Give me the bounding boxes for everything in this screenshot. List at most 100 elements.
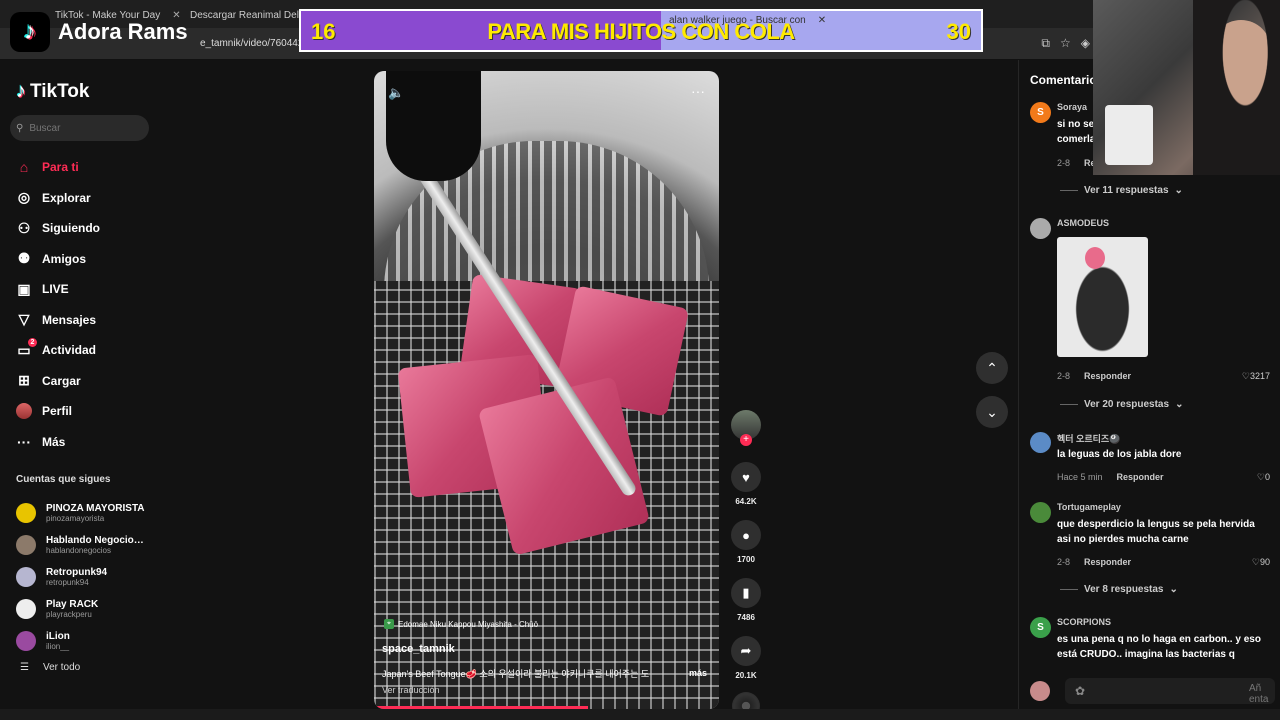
following-name: Play RACK [46, 599, 99, 610]
chevron-down-icon: ⌄ [1169, 584, 1178, 595]
nav-item-explorar[interactable]: ◎ Explorar [16, 183, 166, 214]
avatar [16, 567, 36, 587]
tiktok-logo[interactable]: ♪ TikTok [16, 80, 89, 103]
share-button[interactable]: ➦ [731, 636, 761, 666]
following-handle: hablandonegocios [46, 546, 111, 555]
browser-tab-bing[interactable]: alan walker juego - Buscar con ✕ [669, 11, 829, 29]
comment-like-button[interactable]: ♡90 [1252, 557, 1270, 568]
music-label: Edomae Niku Kappou Miyashita - Chūō [398, 619, 539, 629]
following-item[interactable]: Retropunk94 retropunk94 [16, 561, 166, 593]
video-player[interactable]: 🔈 ··· ⌖ Edomae Niku Kappou Miyashita - Ch… [374, 71, 719, 709]
reply-button[interactable]: Responder [1117, 472, 1164, 482]
more-icon: ··· [17, 433, 31, 450]
comment-icon: ● [742, 527, 750, 543]
comment-input[interactable]: ✿ [1065, 678, 1275, 704]
post-comment-button[interactable]: Añ enta [1249, 683, 1280, 705]
comment-like-button[interactable]: ♡0 [1257, 472, 1270, 483]
comment-user[interactable]: ASMODEUS [1057, 218, 1109, 228]
comment-date: 2-8 [1057, 158, 1071, 168]
nav-item-amigos[interactable]: ⚉ Amigos [16, 244, 166, 275]
view-replies-button[interactable]: Ver 20 respuestas ⌄ [1060, 399, 1183, 410]
divider [1060, 190, 1078, 191]
nav-item-cargar[interactable]: ⊞ Cargar [16, 366, 166, 397]
comment-avatar[interactable] [1030, 432, 1051, 453]
home-icon: ⌂ [19, 159, 29, 176]
comment-avatar[interactable] [1030, 502, 1051, 523]
see-all-button[interactable]: ☰ Ver todo [20, 662, 80, 673]
view-replies-button[interactable]: Ver 8 respuestas ⌄ [1060, 584, 1178, 595]
nav-item-siguiendo[interactable]: ⚇ Siguiendo [16, 213, 166, 244]
comment-user[interactable]: 헥터 오르티즈🎱 [1057, 432, 1120, 445]
bookmark-star-icon[interactable]: ☆ [1060, 36, 1071, 51]
video-author[interactable]: space_tamnik [382, 643, 455, 655]
video-music[interactable]: ⌖ Edomae Niku Kappou Miyashita - Chūō [384, 619, 538, 629]
creator-avatar[interactable]: + [731, 410, 761, 446]
like-button[interactable]: ♥ [731, 462, 761, 492]
search-box[interactable]: ⚲ [10, 115, 149, 141]
nav-label: Cargar [42, 373, 81, 388]
comment-user[interactable]: Soraya [1057, 102, 1087, 112]
volume-icon[interactable]: 🔈 [388, 85, 404, 101]
nav-label: Siguiendo [42, 221, 100, 236]
comment-like-button[interactable]: ♡3217 [1242, 371, 1270, 382]
following-item[interactable]: Hablando Negocios... hablandonegocios [16, 529, 166, 561]
comment-avatar[interactable] [1030, 218, 1051, 239]
nav-label: Explorar [42, 190, 91, 205]
next-video-button[interactable]: ⌄ [976, 396, 1008, 428]
nav-item-para-ti[interactable]: ⌂ Para ti [16, 152, 166, 183]
nav-item-mensajes[interactable]: ▽ Mensajes [16, 305, 166, 336]
divider [1060, 404, 1078, 405]
address-bar[interactable]: e_tamnik/video/760442 [200, 38, 303, 49]
comment-item: S SCORPIONS es una pena q no lo haga en … [1030, 617, 1270, 667]
following-handle: playrackperu [46, 610, 92, 619]
reply-button[interactable]: Responder [1084, 557, 1131, 567]
bookmark-icon: ▮ [742, 585, 750, 600]
search-input[interactable] [29, 122, 130, 134]
view-replies-button[interactable]: Ver 11 respuestas ⌄ [1060, 185, 1183, 196]
following-icon: ⚇ [17, 219, 31, 236]
nav-item-live[interactable]: ▣ LIVE [16, 274, 166, 305]
comment-date: 2-8 [1057, 371, 1071, 381]
emoji-icon[interactable]: ✿ [1075, 684, 1085, 698]
nav-item-mas[interactable]: ··· Más [16, 427, 166, 458]
reply-button[interactable]: Responder [1084, 371, 1131, 381]
following-item[interactable]: iLion ilion__ [16, 625, 166, 657]
goal-label: PARA MIS HIJITOS CON COLA [487, 19, 795, 44]
save-button[interactable]: ▮ [731, 578, 761, 608]
install-icon[interactable]: ⧉ [1041, 36, 1050, 51]
save-count: 7486 [737, 613, 755, 622]
browser-actions: ⧉ ☆ ◈ [1041, 36, 1090, 51]
comment-button[interactable]: ● [731, 520, 761, 550]
activity-badge: 2 [28, 338, 37, 347]
comment-user[interactable]: SCORPIONS [1057, 617, 1111, 627]
following-item[interactable]: Play RACK playrackperu [16, 593, 166, 625]
chevron-down-icon: ⌄ [986, 403, 998, 420]
nav-item-actividad[interactable]: ▭ 2 Actividad [16, 335, 166, 366]
nav-label: Perfil [42, 404, 73, 419]
comment-sticker-image[interactable] [1057, 237, 1148, 357]
divider [1060, 589, 1078, 590]
live-icon: ▣ [17, 280, 31, 297]
view-replies-label: Ver 8 respuestas [1084, 584, 1164, 595]
description-more-button[interactable]: más [689, 668, 707, 678]
browser-tab-reanimal[interactable]: Descargar Reanimal Delux [190, 6, 300, 24]
nav-item-perfil[interactable]: Perfil [16, 396, 166, 427]
comment-meta: 2-8 Responder [1057, 557, 1131, 567]
comment-avatar[interactable]: S [1030, 617, 1051, 638]
following-item[interactable]: PINOZA MAYORISTA pinozamayorista [16, 497, 166, 529]
translate-button[interactable]: Ver traducción [382, 685, 440, 695]
tab-label: Descargar Reanimal Delux [190, 9, 300, 21]
view-replies-label: Ver 11 respuestas [1084, 185, 1169, 196]
avatar [16, 503, 36, 523]
comment-like-count: 90 [1259, 557, 1270, 567]
comment-date: 2-8 [1057, 557, 1071, 567]
follow-plus-icon[interactable]: + [740, 434, 752, 446]
comment-avatar[interactable]: S [1030, 102, 1051, 123]
close-tab-icon[interactable]: ✕ [818, 15, 826, 26]
nav-label: Mensajes [42, 312, 97, 327]
extension-icon[interactable]: ◈ [1081, 36, 1090, 51]
previous-video-button[interactable]: ⌃ [976, 352, 1008, 384]
more-options-icon[interactable]: ··· [691, 83, 705, 99]
my-avatar [1030, 681, 1050, 701]
comment-user[interactable]: Tortugameplay [1057, 502, 1121, 512]
